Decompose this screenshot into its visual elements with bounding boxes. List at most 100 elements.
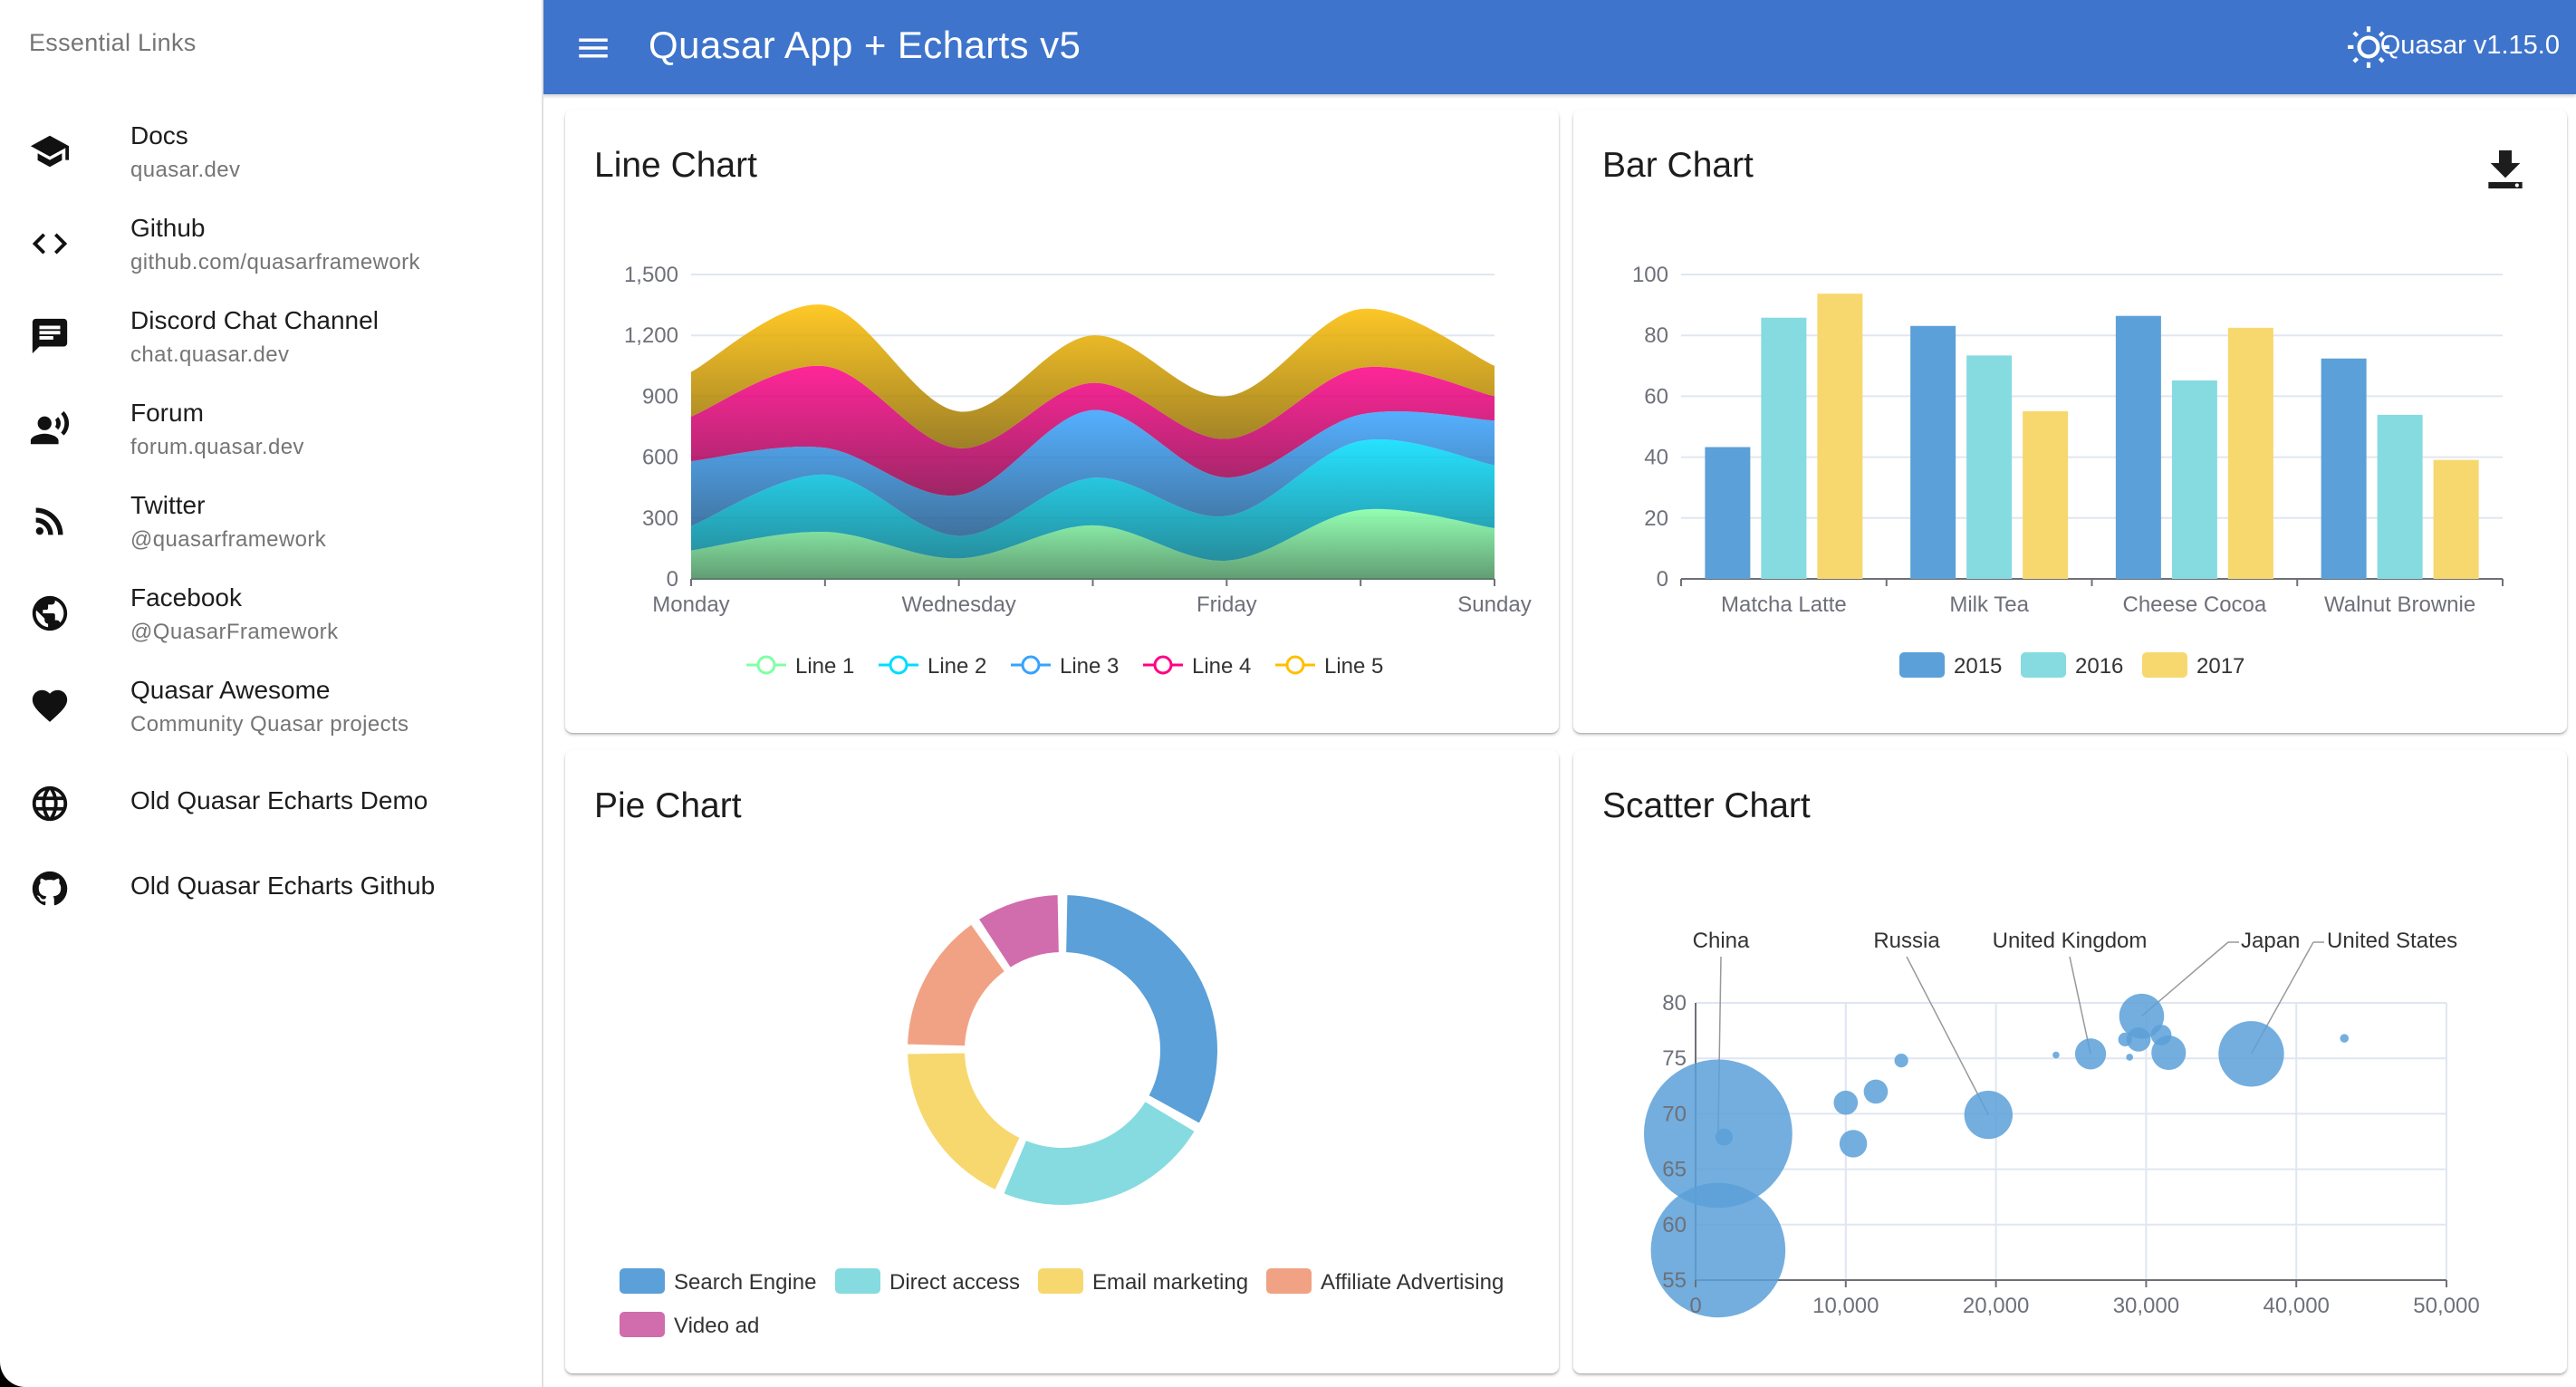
x-tick-label: 40,000	[2263, 1294, 2329, 1318]
menu-button[interactable]	[574, 29, 612, 67]
bubble	[1833, 1090, 1859, 1115]
legend-item[interactable]: Line 3	[1011, 654, 1119, 679]
y-tick-label: 60	[1644, 384, 1668, 409]
legend-item[interactable]: Email marketing	[1038, 1268, 1248, 1295]
bar-chart[interactable]: 0 20 40 60 80 100 Matcha Latte Milk Tea Cheese C…	[1573, 110, 2567, 733]
point-label: Russia	[1873, 929, 1940, 953]
bubble-united-states	[2218, 1021, 2284, 1087]
x-tick-label: 30,000	[2113, 1294, 2179, 1318]
legend-item[interactable]: Direct access	[835, 1268, 1020, 1295]
legend-item[interactable]: Line 4	[1143, 654, 1251, 679]
legend-item[interactable]: Line 5	[1275, 654, 1383, 679]
nav-item-caption: chat.quasar.dev	[130, 342, 290, 367]
legend-item[interactable]: Video ad	[620, 1312, 759, 1338]
legend-marker	[1285, 655, 1305, 675]
legend-marker	[756, 655, 776, 675]
essential-links-drawer: Essential Links Docs quasar.dev Github gith…	[0, 0, 543, 1387]
legend-item[interactable]: Search Engine	[620, 1268, 816, 1295]
y-tick-label: 1,500	[624, 263, 678, 287]
nav-item-github[interactable]: Github github.com/quasarframework	[0, 199, 542, 292]
nav-item-old-quasar-echarts-github[interactable]: Old Quasar Echarts Github	[0, 844, 542, 937]
point-label: United States	[2327, 929, 2457, 953]
bubble-united-kingdom	[2074, 1038, 2107, 1070]
bar-2016	[1966, 355, 2013, 579]
y-tick-label: 70	[1662, 1102, 1687, 1126]
pie-chart-card: Pie Chart Search Engine Direct access Emai…	[565, 750, 1559, 1373]
legend-label: Video ad	[674, 1314, 759, 1338]
bar-2015	[1705, 447, 1751, 579]
y-tick-label: 600	[642, 446, 678, 470]
legend-marker	[1153, 655, 1173, 675]
nav-item-facebook[interactable]: Facebook @QuasarFramework	[0, 569, 542, 661]
bubble	[1863, 1079, 1889, 1104]
x-tick-label: Milk Tea	[1949, 592, 2029, 617]
legend-item[interactable]: Affiliate Advertising	[1266, 1268, 1504, 1295]
app-header: Quasar App + Echarts v5 Quasar v1.15.0	[542, 0, 2576, 94]
legend-swatch	[1038, 1268, 1083, 1294]
legend-label: Affiliate Advertising	[1321, 1270, 1504, 1295]
legend-label: Search Engine	[674, 1270, 816, 1295]
legend-swatch	[620, 1312, 665, 1337]
bar-2017	[2023, 410, 2069, 579]
legend-label: Line 3	[1060, 654, 1119, 679]
nav-item-forum[interactable]: Forum forum.quasar.dev	[0, 384, 542, 477]
legend-item[interactable]: 2015	[1899, 652, 2002, 679]
legend-swatch	[1899, 652, 1945, 678]
bubble	[2126, 1054, 2133, 1061]
y-tick-label: 55	[1662, 1268, 1687, 1293]
menu-icon	[579, 38, 608, 58]
x-tick-label: Walnut Brownie	[2324, 592, 2475, 617]
legend-label: 2017	[2196, 654, 2244, 679]
bar-2017	[2433, 459, 2479, 579]
x-tick-label: 20,000	[1963, 1294, 2029, 1318]
pie-chart[interactable]: Search Engine Direct access Email marketin…	[565, 750, 1559, 1373]
scatter-chart[interactable]: 55 60 65 70 75 80 0 10,000 20,000 30,000 40,000 50,…	[1573, 750, 2567, 1373]
nav-item-twitter[interactable]: Twitter @quasarframework	[0, 477, 542, 569]
nav-item-quasar-awesome[interactable]: Quasar Awesome Community Quasar projects	[0, 661, 542, 754]
nav-item-title: Old Quasar Echarts Github	[130, 872, 436, 900]
nav-item-caption: quasar.dev	[130, 158, 241, 182]
bar-2016	[2377, 414, 2423, 579]
y-tick-label: 40	[1644, 446, 1668, 470]
bar-2015	[2115, 315, 2161, 579]
line-chart[interactable]: 0 300 600 900 1,200 1,500 Monday Wednesday Frida…	[565, 110, 1559, 733]
legend-label: Line 2	[928, 654, 986, 679]
nav-item-docs[interactable]: Docs quasar.dev	[0, 107, 542, 199]
language-icon	[29, 783, 71, 824]
legend-item[interactable]: 2017	[2142, 652, 2244, 679]
y-tick-label: 65	[1662, 1158, 1687, 1182]
legend-item[interactable]: Line 2	[879, 654, 986, 679]
x-tick-label: Cheese Cocoa	[2122, 592, 2266, 617]
x-tick-label: Friday	[1197, 592, 1257, 617]
y-tick-label: 900	[642, 384, 678, 409]
chat-icon	[29, 315, 71, 357]
nav-item-title: Forum	[130, 399, 204, 427]
record-voice-icon	[29, 408, 71, 449]
drawer-header: Essential Links	[29, 29, 197, 56]
legend-marker	[1021, 655, 1041, 675]
point-label: China	[1693, 929, 1750, 953]
nav-item-discord-chat-channel[interactable]: Discord Chat Channel chat.quasar.dev	[0, 292, 542, 384]
line-chart-card: Line Chart 0 300 600 900 1,200 1,500 Monday Wed…	[565, 110, 1559, 733]
x-tick-label: 10,000	[1812, 1294, 1879, 1318]
nav-item-caption: @QuasarFramework	[130, 620, 339, 644]
legend-item[interactable]: Line 1	[746, 654, 854, 679]
nav-item-title: Old Quasar Echarts Demo	[130, 786, 428, 814]
point-label: Japan	[2241, 929, 2300, 953]
y-tick-label: 80	[1662, 991, 1687, 1016]
nav-item-caption: github.com/quasarframework	[130, 250, 420, 275]
legend-label: Direct access	[889, 1270, 1020, 1295]
github-icon	[29, 868, 71, 910]
y-tick-label: 0	[1657, 567, 1668, 592]
x-tick-label: Matcha Latte	[1721, 592, 1847, 617]
nav-item-old-quasar-echarts-demo[interactable]: Old Quasar Echarts Demo	[0, 759, 542, 852]
y-tick-label: 0	[667, 567, 678, 592]
legend-item[interactable]: 2016	[2021, 652, 2123, 679]
nav-item-title: Twitter	[130, 491, 206, 519]
bar-2016	[2171, 380, 2217, 579]
bubble	[1715, 1128, 1734, 1146]
x-tick-label: 0	[1689, 1294, 1701, 1318]
public-icon	[29, 592, 71, 634]
school-icon	[29, 130, 71, 172]
y-tick-label: 80	[1644, 323, 1668, 348]
